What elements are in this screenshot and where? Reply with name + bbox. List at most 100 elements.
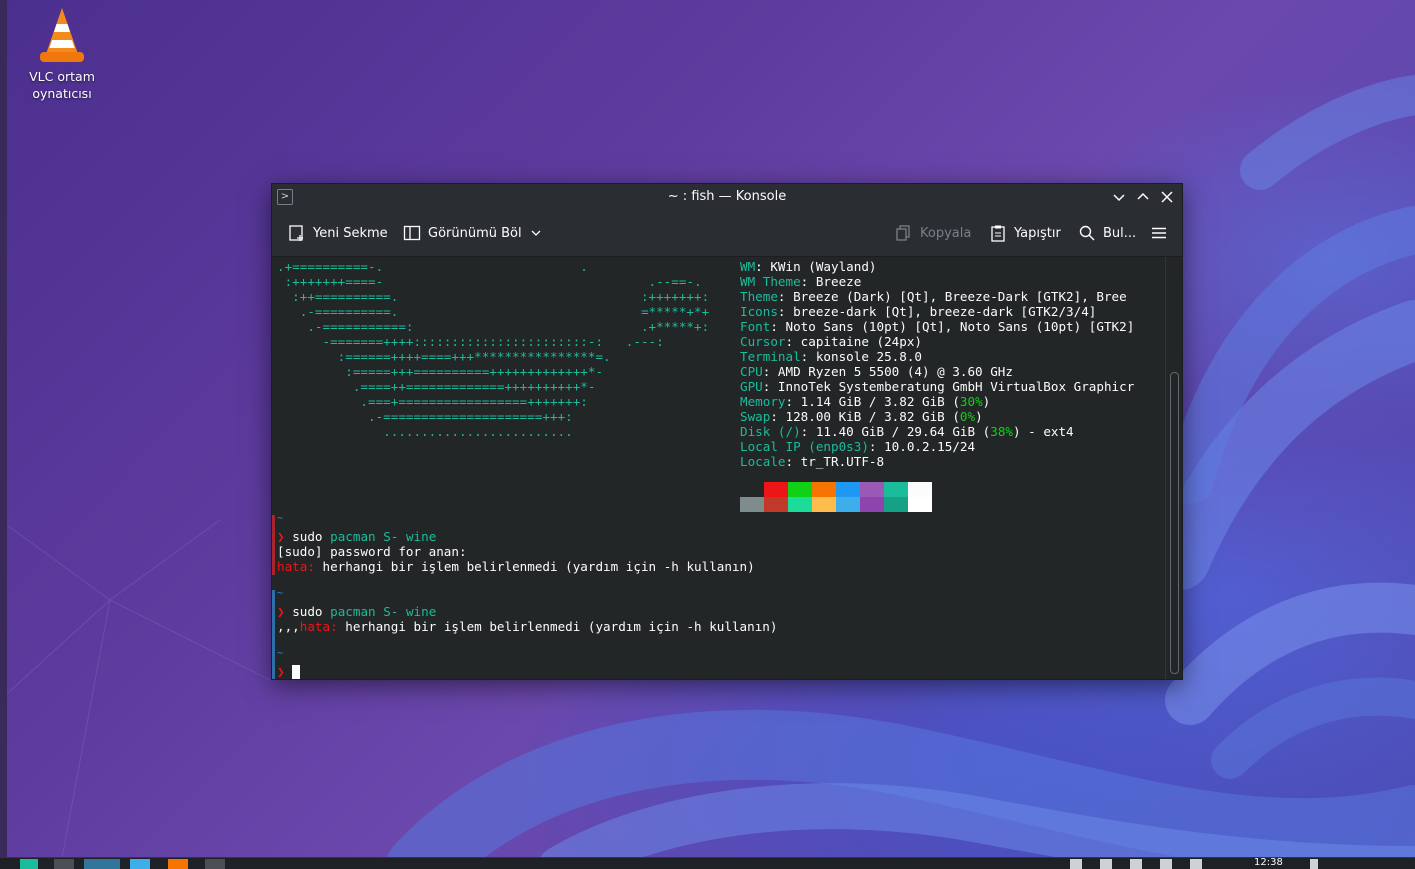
- taskbar-app-icon[interactable]: [54, 859, 74, 869]
- toolbar: Yeni Sekme Görünümü Böl Kopyala Yapıştır: [272, 210, 1182, 257]
- sysinfo-line: WM Theme: Breeze: [740, 274, 862, 289]
- sysinfo-line: WM: KWin (Wayland): [740, 259, 877, 274]
- sysinfo-line: Terminal: konsole 25.8.0: [740, 349, 922, 364]
- sysinfo-line: Locale: tr_TR.UTF-8: [740, 454, 885, 469]
- new-tab-label: Yeni Sekme: [313, 225, 388, 241]
- split-view-icon: [403, 225, 421, 241]
- color-swatch: [740, 497, 764, 512]
- text-cursor: [292, 665, 300, 679]
- firefox-icon[interactable]: [168, 859, 188, 869]
- error-line: ,,,hata: herhangi bir işlem belirlenmedi…: [277, 619, 778, 634]
- sysinfo-line: Memory: 1.14 GiB / 3.82 GiB (30%): [740, 394, 991, 409]
- command-line: ❯ sudo pacman S- wine: [277, 604, 437, 619]
- color-swatch: [860, 497, 884, 512]
- ascii-art-line: .====++=============++++++++++*-: [277, 379, 596, 394]
- minimize-icon[interactable]: [1110, 188, 1128, 206]
- sysinfo-line: Cursor: capitaine (24px): [740, 334, 922, 349]
- sysinfo-line: Font: Noto Sans (10pt) [Qt], Noto Sans (…: [740, 319, 1135, 334]
- screen-edge: [0, 0, 7, 869]
- color-swatch: [836, 497, 860, 512]
- ascii-art-line: .-=====================+++:: [277, 409, 573, 424]
- close-icon[interactable]: [1158, 188, 1176, 206]
- ascii-art-line: :=====+++==========+++++++++++++*-: [277, 364, 604, 379]
- taskbar-konsole-icon[interactable]: [84, 859, 120, 869]
- terminal-view[interactable]: .+==========-. . :+++++++====- .--==-. :…: [272, 257, 1166, 679]
- color-swatch: [908, 482, 932, 497]
- ascii-art-line: .+==========-. .: [277, 259, 588, 274]
- color-swatch: [836, 482, 860, 497]
- color-swatch: [884, 482, 908, 497]
- color-swatch: [812, 497, 836, 512]
- color-swatch: [764, 482, 788, 497]
- command-marker: [272, 590, 275, 679]
- find-button[interactable]: Bul...: [1078, 223, 1136, 243]
- sysinfo-line: CPU: AMD Ryzen 5 5500 (4) @ 3.60 GHz: [740, 364, 1013, 379]
- color-swatch: [860, 482, 884, 497]
- app-launcher-icon[interactable]: [20, 859, 38, 869]
- tray-icon[interactable]: [1100, 859, 1112, 869]
- color-swatch: [812, 482, 836, 497]
- search-icon: [1079, 225, 1095, 241]
- output-line: [sudo] password for anan:: [277, 544, 467, 559]
- ascii-art-line: :++==========. :+++++++:: [277, 289, 710, 304]
- clock[interactable]: 12:38: [1254, 858, 1283, 868]
- copy-label: Kopyala: [920, 225, 972, 241]
- sysinfo-line: Icons: breeze-dark [Qt], breeze-dark [GT…: [740, 304, 1097, 319]
- ascii-art-line: -=======++++:::::::::::::::::::::::-: .-…: [277, 334, 664, 349]
- color-swatch: [764, 497, 788, 512]
- chevron-down-icon[interactable]: [529, 226, 543, 240]
- sysinfo-line: Local IP (enp0s3): 10.0.2.15/24: [740, 439, 976, 454]
- desktop-icon-label: VLC ortam oynatıcısı: [29, 69, 95, 101]
- file-manager-icon[interactable]: [130, 859, 150, 869]
- sysinfo-line: Theme: Breeze (Dark) [Qt], Breeze-Dark […: [740, 289, 1127, 304]
- current-prompt[interactable]: ❯: [277, 664, 285, 679]
- ascii-art-line: .-===========: .+*****+:: [277, 319, 710, 334]
- tray-icon[interactable]: [1070, 859, 1082, 869]
- prompt-dir: ~: [277, 513, 284, 524]
- maximize-icon[interactable]: [1134, 188, 1152, 206]
- scrollbar-thumb[interactable]: [1170, 372, 1179, 674]
- ascii-art-line: .........................: [277, 424, 573, 439]
- title-bar[interactable]: > ~ : fish — Konsole: [272, 184, 1182, 210]
- sysinfo-line: Disk (/): 11.40 GiB / 29.64 GiB (38%) - …: [740, 424, 1074, 439]
- volume-icon[interactable]: [1190, 859, 1202, 869]
- desktop-icon-vlc[interactable]: VLC ortam oynatıcısı: [22, 6, 102, 102]
- new-tab-button[interactable]: Yeni Sekme: [288, 223, 388, 243]
- error-line: hata: herhangi bir işlem belirlenmedi (y…: [277, 559, 755, 574]
- ascii-art-line: .-==========. =*****+*+: [277, 304, 710, 319]
- copy-icon: [896, 225, 910, 241]
- ascii-art-line: :======++++====+++****************=.: [277, 349, 611, 364]
- konsole-window[interactable]: > ~ : fish — Konsole Yeni Sekme Görünümü…: [271, 183, 1183, 680]
- scrollbar[interactable]: [1165, 257, 1182, 679]
- paste-button[interactable]: Yapıştır: [989, 223, 1061, 243]
- paste-icon: [991, 225, 1005, 242]
- command-line: ❯ sudo pacman S- wine: [277, 529, 437, 544]
- find-label: Bul...: [1103, 225, 1137, 241]
- hamburger-menu-button[interactable]: [1150, 223, 1168, 243]
- window-title: ~ : fish — Konsole: [667, 189, 787, 204]
- color-swatch: [908, 497, 932, 512]
- hamburger-menu-icon: [1152, 227, 1166, 239]
- tray-icon[interactable]: [1310, 859, 1318, 869]
- new-tab-icon: [289, 225, 303, 241]
- tray-icon[interactable]: [1130, 859, 1142, 869]
- ascii-art-line: .===+=================+++++++:: [277, 394, 588, 409]
- prompt-dir: ~: [277, 648, 284, 659]
- ascii-art-line: :+++++++====- .--==-.: [277, 274, 702, 289]
- command-marker-error: [272, 515, 275, 575]
- split-view-button[interactable]: Görünümü Böl: [403, 223, 543, 243]
- vlc-cone-icon: [40, 8, 84, 62]
- copy-button[interactable]: Kopyala: [895, 223, 971, 243]
- taskbar: 12:38: [0, 857, 1415, 869]
- tray-icon[interactable]: [1160, 859, 1172, 869]
- split-view-label: Görünümü Böl: [428, 225, 522, 241]
- color-palette: [740, 482, 932, 512]
- taskbar-app-icon[interactable]: [205, 859, 225, 869]
- prompt-dir: ~: [277, 588, 284, 599]
- sysinfo-line: Swap: 128.00 KiB / 3.82 GiB (0%): [740, 409, 983, 424]
- color-swatch: [788, 482, 812, 497]
- color-swatch: [884, 497, 908, 512]
- paste-label: Yapıştır: [1014, 225, 1061, 241]
- sysinfo-line: GPU: InnoTek Systemberatung GmbH Virtual…: [740, 379, 1135, 394]
- color-swatch: [788, 497, 812, 512]
